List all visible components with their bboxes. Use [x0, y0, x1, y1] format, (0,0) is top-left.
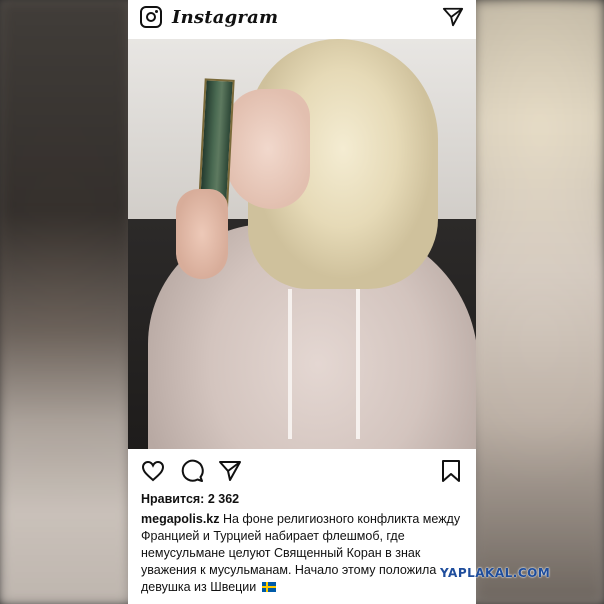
sweden-flag-icon	[261, 582, 276, 592]
likes-count[interactable]: Нравится: 2 362	[141, 492, 239, 506]
send-icon[interactable]	[218, 459, 242, 483]
watermark: YAPLAKAL.COM	[440, 566, 551, 580]
photo-drawstring-right	[356, 289, 360, 439]
photo-hand	[176, 189, 228, 279]
camera-icon[interactable]	[140, 6, 162, 28]
photo-face	[226, 89, 310, 209]
photo-drawstring-left	[288, 289, 292, 439]
instagram-header: Instagram	[128, 0, 476, 34]
instagram-post-card: Instagram Нравится: 2 362 megapolis.kz Н…	[128, 0, 476, 604]
blurred-background-right	[474, 0, 604, 604]
instagram-wordmark: Instagram	[172, 6, 279, 28]
post-photo[interactable]	[128, 39, 476, 449]
post-actions	[128, 455, 476, 485]
blurred-background-left	[0, 0, 130, 604]
bookmark-icon[interactable]	[439, 459, 463, 483]
direct-send-icon[interactable]	[442, 6, 464, 28]
comment-icon[interactable]	[180, 459, 204, 483]
caption-username[interactable]: megapolis.kz	[141, 512, 220, 526]
post-caption: megapolis.kz На фоне религиозного конфли…	[141, 511, 467, 596]
heart-icon[interactable]	[141, 459, 165, 483]
